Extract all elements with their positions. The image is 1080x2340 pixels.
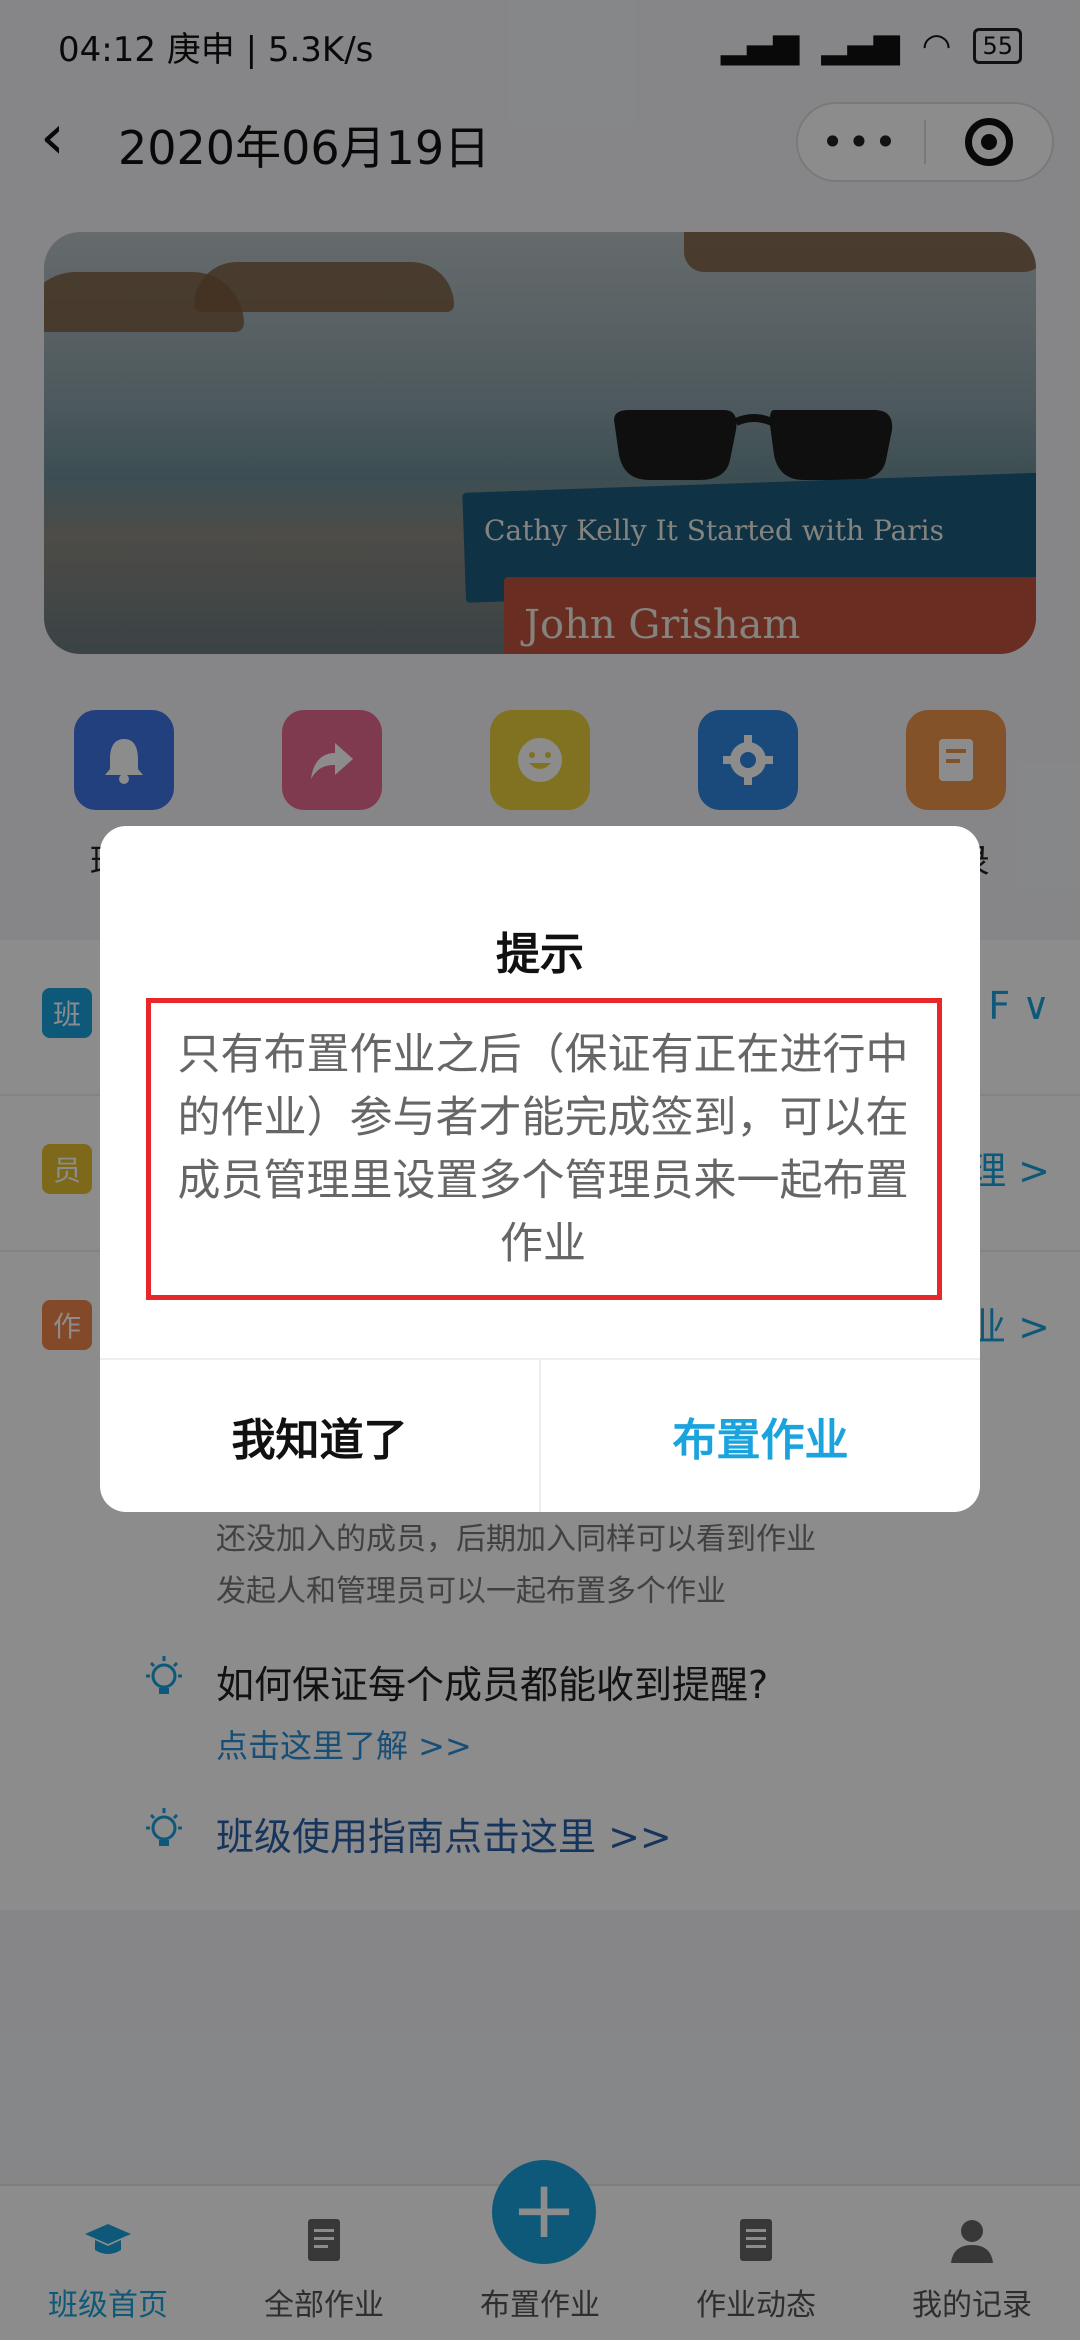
dialog-buttons: 我知道了 布置作业: [100, 1358, 980, 1512]
dialog-message: 只有布置作业之后（保证有正在进行中的作业）参与者才能完成签到，可以在成员管理里设…: [177, 1030, 909, 1269]
prompt-dialog: 提示 只有布置作业之后（保证有正在进行中的作业）参与者才能完成签到，可以在成员管…: [100, 826, 980, 1512]
got-it-button[interactable]: 我知道了: [100, 1360, 541, 1512]
dialog-title: 提示: [496, 929, 584, 980]
assign-homework-button[interactable]: 布置作业: [541, 1360, 980, 1512]
